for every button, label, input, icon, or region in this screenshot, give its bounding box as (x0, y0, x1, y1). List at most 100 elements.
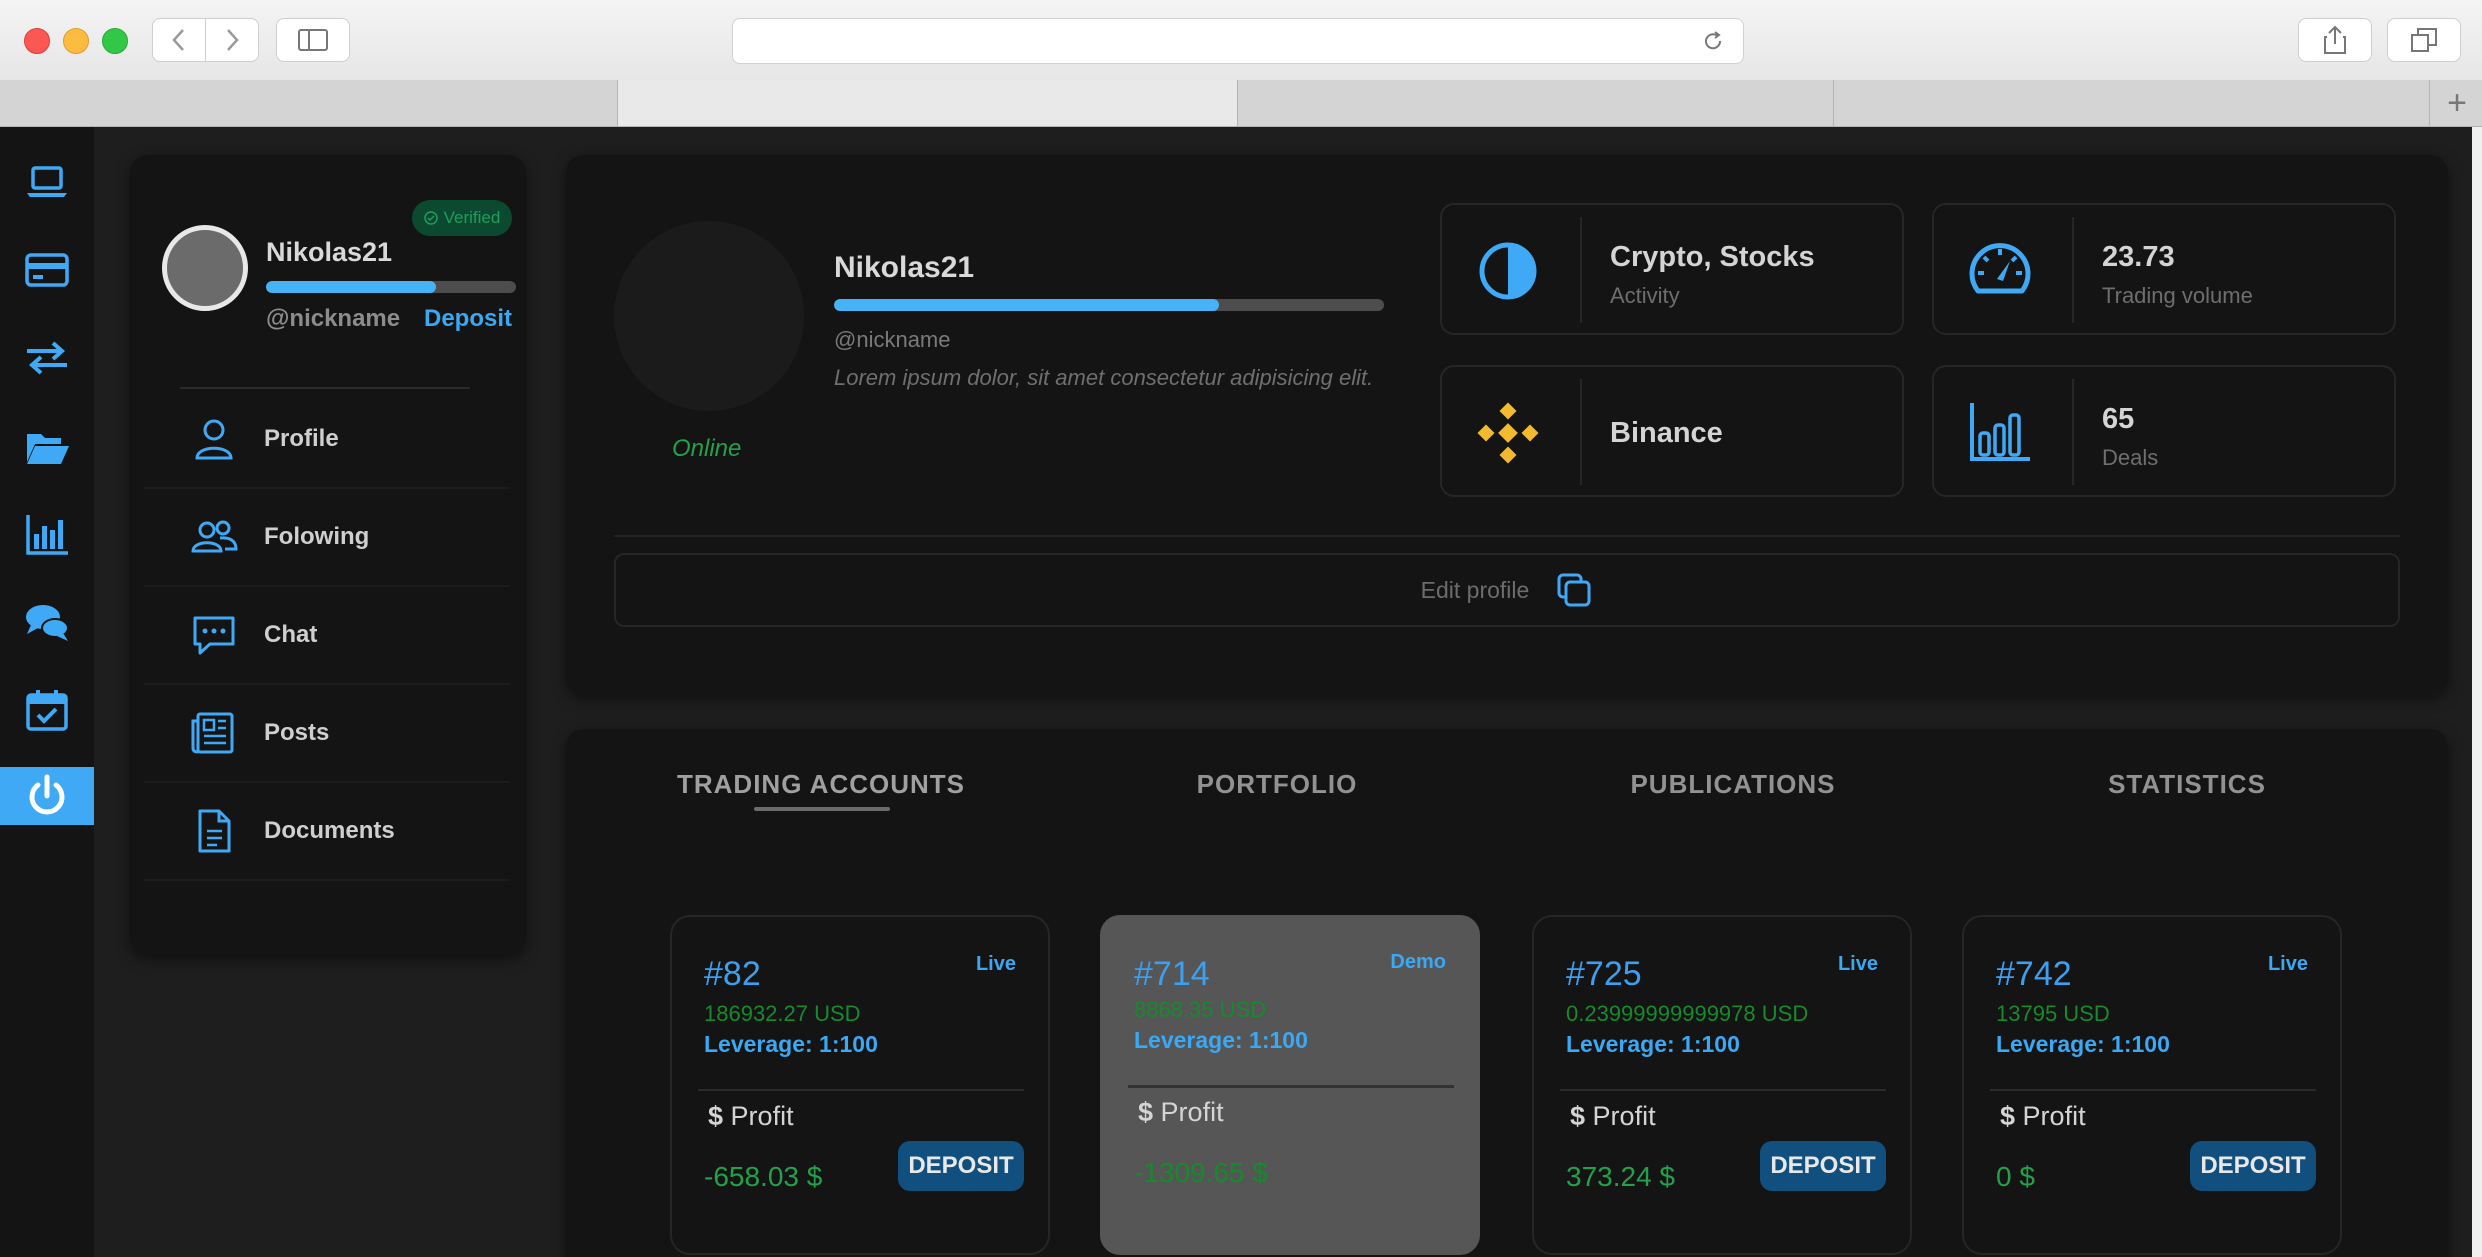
divider (2072, 379, 2074, 485)
page-scrollbar[interactable] (2472, 127, 2482, 1257)
deposit-button[interactable]: DEPOSIT (898, 1141, 1024, 1191)
divider (180, 387, 470, 389)
edit-profile-label: Edit profile (1420, 576, 1530, 603)
reload-icon[interactable] (1701, 29, 1725, 53)
tab-portfolio[interactable]: PORTFOLIO (1112, 769, 1442, 800)
users-icon (191, 520, 238, 553)
deposit-link[interactable]: Deposit (424, 305, 512, 333)
back-button[interactable] (152, 18, 206, 62)
account-card[interactable]: #725 Live 0.23999999999978 USD Leverage:… (1532, 915, 1912, 1255)
stat-deals: 65 Deals (1932, 365, 2396, 497)
sidebar-nickname: @nickname (266, 305, 401, 332)
profit-label-text: Profit (730, 1101, 794, 1131)
browser-tab[interactable] (1834, 80, 2430, 126)
rail-transfer[interactable] (0, 329, 94, 387)
stat-label: Activity (1610, 283, 1680, 308)
dollar-icon: $ (1138, 1097, 1154, 1127)
rail-laptop[interactable] (0, 153, 94, 211)
profile-card: Online Nikolas21 @nickname Lorem ipsum d… (566, 155, 2448, 695)
rail-chart[interactable] (0, 505, 94, 563)
rail-logout[interactable] (0, 767, 94, 825)
menu-item-profile[interactable]: Profile (144, 391, 510, 489)
rail-messages[interactable] (0, 593, 94, 651)
stat-value: Crypto, Stocks (1610, 241, 1815, 273)
chat-bubbles-icon (26, 605, 69, 641)
profit-label: $ Profit (1570, 1101, 1656, 1132)
stat-label: Deals (2102, 445, 2159, 470)
account-id: #714 (1134, 955, 1210, 993)
sidebar-level-bar (266, 281, 516, 293)
menu-item-label: Chat (264, 621, 318, 648)
forward-button[interactable] (205, 18, 259, 62)
share-icon (2324, 25, 2346, 54)
folder-icon (27, 434, 69, 464)
tab-publications[interactable]: PUBLICATIONS (1568, 769, 1898, 800)
menu-item-label: Folowing (264, 523, 370, 550)
calendar-check-icon (26, 690, 68, 731)
chevron-left-icon (172, 29, 184, 51)
profit-label: $ Profit (2000, 1101, 2086, 1132)
profile-avatar[interactable] (614, 221, 804, 411)
address-bar[interactable] (732, 18, 1744, 64)
tabs-icon (2411, 28, 2437, 52)
browser-toolbar (0, 0, 2482, 81)
deposit-button[interactable]: DEPOSIT (1760, 1141, 1886, 1191)
divider (1580, 379, 1582, 485)
browser-tab-strip: + (0, 80, 2482, 127)
sidebar-toggle-button[interactable] (276, 18, 350, 62)
speedometer-icon (1969, 243, 2031, 294)
account-balance: 8868.35 USD (1134, 997, 1267, 1022)
account-type: Live (2267, 953, 2308, 975)
share-button[interactable] (2298, 18, 2372, 62)
close-window-button[interactable] (24, 28, 50, 54)
browser-tab[interactable] (0, 80, 618, 126)
divider (1580, 217, 1582, 323)
account-card-demo[interactable]: #714 Demo 8868.35 USD Leverage: 1:100 $ … (1100, 915, 1480, 1255)
tab-statistics[interactable]: STATISTICS (2022, 769, 2352, 800)
active-tab-indicator (754, 807, 890, 811)
account-type: Demo (1390, 951, 1446, 973)
menu-item-label: Posts (264, 719, 330, 746)
divider (1990, 1089, 2316, 1091)
divider (1128, 1085, 1454, 1088)
menu-item-documents[interactable]: Documents (144, 783, 510, 881)
rail-card[interactable] (0, 241, 94, 299)
profit-value: -1309.65 $ (1134, 1157, 1268, 1188)
new-tab-button[interactable]: + (2432, 80, 2482, 126)
stat-value: 23.73 (2102, 241, 2175, 273)
profit-value: 0 $ (1996, 1161, 2035, 1192)
account-balance: 13795 USD (1996, 1001, 2110, 1026)
sidebar-card: Verified Nikolas21 @nickname Deposit Pro… (130, 155, 526, 955)
verified-label: Verified (443, 208, 501, 227)
rail-calendar[interactable] (0, 681, 94, 739)
browser-tab[interactable] (1238, 80, 1834, 126)
menu-item-chat[interactable]: Chat (144, 587, 510, 685)
stat-exchange: Binance (1440, 365, 1904, 497)
tab-trading-accounts[interactable]: TRADING ACCOUNTS (656, 769, 986, 800)
profit-label-text: Profit (1592, 1101, 1656, 1131)
binance-icon (1477, 402, 1539, 464)
account-leverage: Leverage: 1:100 (1566, 1031, 1740, 1057)
profile-level-fill (834, 299, 1219, 311)
account-balance: 186932.27 USD (704, 1001, 861, 1026)
profile-description: Lorem ipsum dolor, sit amet consectetur … (834, 365, 1374, 390)
menu-item-posts[interactable]: Posts (144, 685, 510, 783)
maximize-window-button[interactable] (102, 28, 128, 54)
account-card[interactable]: #742 Live 13795 USD Leverage: 1:100 $ Pr… (1962, 915, 2342, 1255)
dollar-icon: $ (1570, 1101, 1586, 1131)
account-balance: 0.23999999999978 USD (1566, 1001, 1809, 1026)
account-id: #725 (1566, 955, 1642, 993)
account-card[interactable]: #82 Live 186932.27 USD Leverage: 1:100 $… (670, 915, 1050, 1255)
bar-chart-icon (1970, 403, 2030, 461)
news-icon (191, 712, 234, 754)
minimize-window-button[interactable] (63, 28, 89, 54)
tabs-overview-button[interactable] (2387, 18, 2461, 62)
deposit-button[interactable]: DEPOSIT (2190, 1141, 2316, 1191)
chat-icon (193, 616, 235, 655)
menu-item-following[interactable]: Folowing (144, 489, 510, 587)
avatar[interactable] (162, 225, 248, 311)
browser-tab-active[interactable] (618, 80, 1238, 126)
edit-profile-button[interactable]: Edit profile (614, 553, 2400, 627)
stat-value: 65 (2102, 403, 2135, 435)
rail-folder[interactable] (0, 419, 94, 477)
